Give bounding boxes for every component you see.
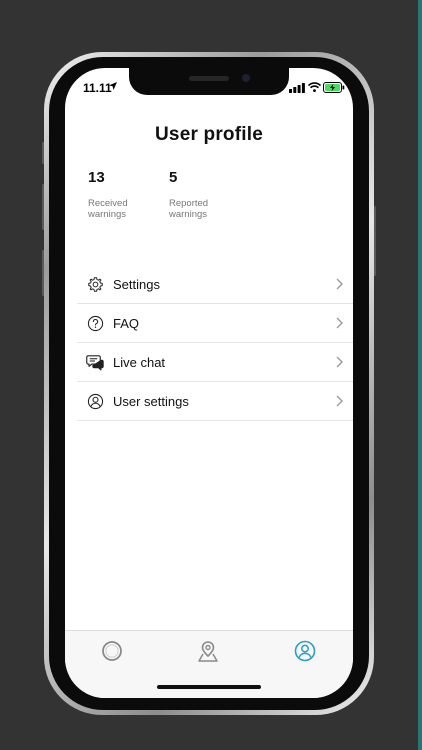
menu-item-label: FAQ [113, 315, 140, 331]
reported-warnings-count: 5 [169, 169, 178, 186]
chat-bubbles-icon [86, 353, 104, 371]
received-warnings-count: 13 [88, 169, 105, 186]
menu-item-label: Live chat [113, 354, 166, 370]
menu-item-faq[interactable]: FAQ [77, 304, 353, 343]
received-warnings-label: Received warnings [88, 198, 148, 220]
question-circle-icon [86, 314, 104, 332]
notch [129, 68, 289, 95]
received-warnings-label-line2: warnings [88, 209, 127, 220]
battery-charging-icon [323, 82, 345, 93]
status-time: 11.11 [83, 81, 112, 95]
chevron-right-icon [336, 356, 343, 368]
menu-item-live-chat[interactable]: Live chat [77, 343, 353, 382]
reported-warnings-label-line2: warnings [169, 209, 208, 220]
speaker-grille [189, 76, 229, 81]
location-arrow-icon [109, 82, 117, 90]
page-title: User profile [155, 124, 263, 145]
tab-map-pin-icon[interactable] [197, 640, 219, 662]
chevron-right-icon [336, 278, 343, 290]
phone-screen: 11.11 User profile 13 Received warnings … [65, 68, 353, 698]
tab-profile-icon[interactable] [294, 640, 316, 662]
chevron-right-icon [336, 317, 343, 329]
profile-menu: Settings FAQ Live chat User settings [77, 265, 353, 421]
reported-warnings-label: Reported warnings [169, 198, 229, 220]
front-camera [242, 74, 250, 82]
cellular-signal-icon [289, 83, 305, 93]
chevron-right-icon [336, 395, 343, 407]
tab-home-circle-icon[interactable] [101, 640, 123, 662]
menu-item-user-settings[interactable]: User settings [77, 382, 353, 421]
menu-item-settings[interactable]: Settings [77, 265, 353, 304]
menu-item-label: Settings [113, 276, 160, 292]
menu-item-label: User settings [113, 393, 189, 409]
gear-icon [86, 275, 104, 293]
reported-warnings-label-line1: Reported [169, 198, 209, 209]
background-edge [418, 0, 422, 750]
wifi-icon [308, 82, 321, 92]
received-warnings-label-line1: Received [88, 198, 128, 209]
user-circle-icon [86, 392, 104, 410]
home-indicator[interactable] [157, 685, 261, 689]
